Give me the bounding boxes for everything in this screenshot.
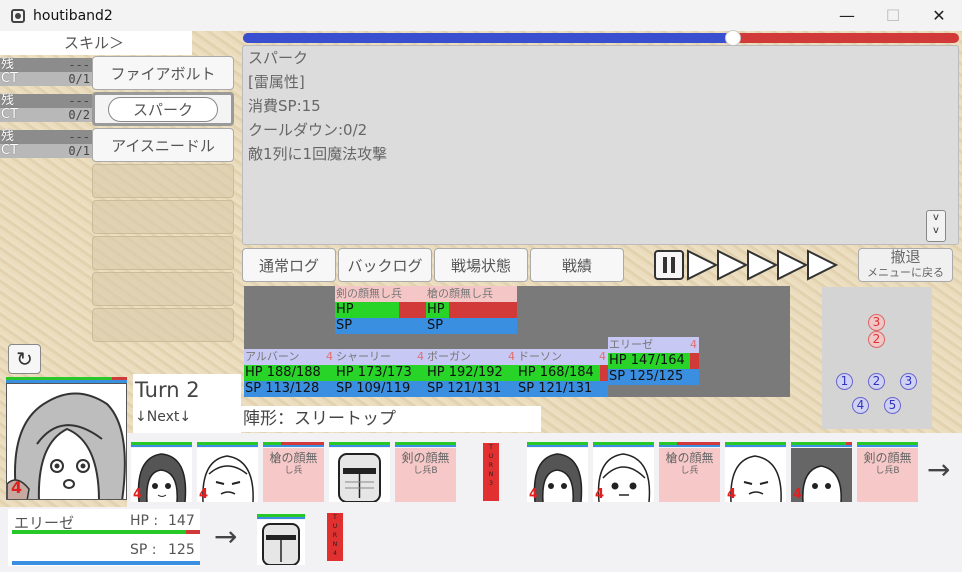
app-icon xyxy=(11,8,25,23)
battle-grid: 剣の顔無し兵 HP SP 槍の顔無し兵 HP SP アルバーン 4 HP 188/… xyxy=(244,286,790,397)
speed-5-icon[interactable] xyxy=(807,249,839,281)
refresh-icon: ↻ xyxy=(16,347,33,371)
tab-record[interactable]: 戦績 xyxy=(530,248,624,282)
refresh-button[interactable]: ↻ xyxy=(8,344,41,374)
minimize-button[interactable]: — xyxy=(824,0,870,31)
queue-card-ally[interactable]: 4 xyxy=(791,442,852,502)
next-turn-card[interactable] xyxy=(257,514,318,572)
queue-card-enemy[interactable]: 剣の顔無 し兵B xyxy=(857,442,918,502)
enemy-unit-sword[interactable]: 剣の顔無し兵 HP SP xyxy=(335,286,426,334)
speed-controls xyxy=(654,249,839,281)
enemy-unit-spear[interactable]: 槍の顔無し兵 HP SP xyxy=(426,286,517,334)
active-character-portrait: 4 xyxy=(6,383,127,500)
enemy-position-marker: 2 xyxy=(868,331,885,348)
tab-normal-log[interactable]: 通常ログ xyxy=(242,248,336,282)
queue-card-ally[interactable]: 4 xyxy=(527,442,588,502)
ally-unit-bogan[interactable]: ボーガン 4 HP 192/192 SP 121/131 xyxy=(426,349,517,397)
ally-unit-shirley[interactable]: シャーリー 4 HP 173/173 SP 109/119 xyxy=(335,349,426,397)
speed-2-icon[interactable] xyxy=(717,249,749,281)
skill-ice-needle-button[interactable]: アイスニードル xyxy=(92,128,234,162)
close-button[interactable]: ✕ xyxy=(916,0,962,31)
skill-status-1: 残 --- CT 0/1 xyxy=(0,57,92,86)
turn-order-queue: 4 4 槍の顔無 し兵 剣の顔無 し兵B TURN3 4 4 槍の顔無 し兵 4… xyxy=(127,433,962,507)
armored-knight-icon xyxy=(262,523,300,565)
skill-status-3: 残 --- CT 0/1 xyxy=(0,129,92,158)
log-scroll-down-button[interactable]: vv xyxy=(926,210,946,242)
game-area: スキル＞ 残 --- CT 0/1 ファイアボルト 残 --- CT 0/2 スパーク … xyxy=(0,30,962,572)
armored-knight-icon xyxy=(338,453,381,502)
ally-unit-alban[interactable]: アルバーン 4 HP 188/188 SP 113/128 xyxy=(244,349,335,397)
elise-portrait-icon xyxy=(7,384,126,499)
queue-card-enemy[interactable]: 槍の顔無 し兵 xyxy=(659,442,720,502)
tab-back-log[interactable]: バックログ xyxy=(338,248,432,282)
ally-unit-dawson[interactable]: ドーソン 4 HP 168/184 SP 121/131 xyxy=(517,349,608,397)
maximize-button[interactable]: ☐ xyxy=(870,0,916,31)
skills-header[interactable]: スキル＞ xyxy=(0,31,192,55)
active-character-info: エリーゼ HP : 147 SP : 125 xyxy=(8,509,200,566)
skill-slot-empty xyxy=(92,164,234,198)
skill-fire-bolt-button[interactable]: ファイアボルト xyxy=(92,56,234,90)
skill-spark-button[interactable]: スパーク xyxy=(92,92,234,126)
title-bar: houtiband2 — ☐ ✕ xyxy=(0,0,962,31)
ally-position-marker: 3 xyxy=(900,373,917,390)
pause-icon[interactable] xyxy=(654,250,684,280)
queue-next-arrow-icon[interactable]: → xyxy=(927,453,950,486)
queue-card-ally[interactable]: 4 xyxy=(197,442,258,502)
ally-position-marker: 2 xyxy=(868,373,885,390)
queue-card-ally[interactable]: 4 xyxy=(131,442,192,502)
next-turn-arrow-icon: → xyxy=(214,520,238,553)
action-progress-bar xyxy=(243,33,959,43)
turn-marker: TURN3 xyxy=(483,443,499,501)
turn-marker: TURN4 xyxy=(327,513,343,561)
ally-unit-elise[interactable]: エリーゼ 4 HP 147/164 SP 125/125 xyxy=(608,337,699,385)
formation-map: 3 2 1 2 3 4 5 xyxy=(822,287,932,429)
queue-card-enemy[interactable]: 槍の顔無 し兵 xyxy=(263,442,324,502)
speed-1-icon[interactable] xyxy=(687,249,719,281)
skill-slot-empty xyxy=(92,272,234,306)
ally-position-marker: 5 xyxy=(884,397,901,414)
window-title: houtiband2 xyxy=(33,7,113,24)
queue-card-ally[interactable]: 4 xyxy=(593,442,654,502)
retreat-button[interactable]: 撤退 メニューに戻る xyxy=(858,248,953,282)
progress-knob[interactable] xyxy=(725,30,742,46)
formation-label: 陣形：スリートップ xyxy=(241,406,541,432)
skill-slot-empty xyxy=(92,308,234,342)
turn-indicator: Turn 2 ↓Next↓ xyxy=(133,374,241,434)
queue-card-ally[interactable]: 4 xyxy=(725,442,786,502)
ally-position-marker: 1 xyxy=(836,373,853,390)
speed-4-icon[interactable] xyxy=(777,249,809,281)
queue-card-ally[interactable] xyxy=(329,442,390,502)
skill-slot-empty xyxy=(92,236,234,270)
skill-slot-empty xyxy=(92,200,234,234)
skill-description: スパーク [雷属性] 消費SP:15 クールダウン:0/2 敵1列に1回魔法攻撃 xyxy=(242,45,959,245)
ally-position-marker: 4 xyxy=(852,397,869,414)
skill-status-2: 残 --- CT 0/2 xyxy=(0,93,92,122)
tab-battlefield[interactable]: 戦場状態 xyxy=(434,248,528,282)
queue-card-enemy[interactable]: 剣の顔無 し兵B xyxy=(395,442,456,502)
speed-3-icon[interactable] xyxy=(747,249,779,281)
enemy-position-marker: 3 xyxy=(868,314,885,331)
